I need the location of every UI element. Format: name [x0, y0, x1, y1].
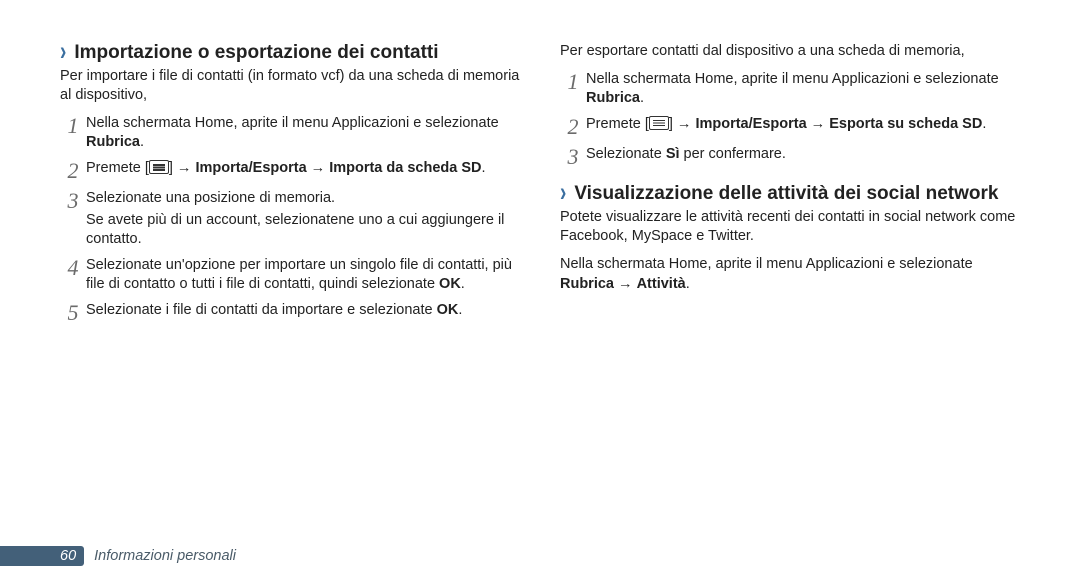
step-2: 2 Premete [ ] → Importa/Esporta → Esporta…	[560, 115, 1020, 139]
social-paragraph-1: Potete visualizzare le attività recenti …	[560, 208, 1020, 247]
step-body: Premete [ ] → Importa/Esporta → Esporta s…	[586, 115, 1020, 135]
step-number: 5	[60, 301, 86, 325]
text: Premete [	[86, 160, 149, 176]
bold-text: Importa/Esporta	[695, 116, 806, 132]
bold-text: Rubrica	[86, 134, 140, 150]
bold-text: OK	[437, 302, 459, 318]
step-3: 3 Selezionate Sì per confermare.	[560, 145, 1020, 169]
heading-import-export: › Importazione o esportazione dei contat…	[60, 42, 520, 65]
heading-social: › Visualizzazione delle attività dei soc…	[560, 183, 1020, 206]
footer-section-label: Informazioni personali	[94, 548, 236, 564]
text: Nella schermata Home, aprite il menu App…	[86, 115, 499, 131]
step-number: 2	[60, 159, 86, 183]
step-number: 3	[560, 145, 586, 169]
bold-text: Importa/Esporta	[195, 160, 306, 176]
text: Se avete più di un account, selezionaten…	[86, 211, 520, 250]
page-footer: 60 Informazioni personali	[60, 546, 236, 566]
step-body: Selezionate i file di contatti da import…	[86, 301, 520, 321]
step-3: 3 Selezionate una posizione di memoria. …	[60, 189, 520, 250]
step-4: 4 Selezionate un'opzione per importare u…	[60, 256, 520, 295]
import-intro: Per importare i file di contatti (in for…	[60, 67, 520, 106]
page-number-badge: 60	[0, 546, 84, 566]
text: Nella schermata Home, aprite il menu App…	[560, 256, 973, 272]
text: per confermare.	[680, 146, 786, 162]
two-column-layout: › Importazione o esportazione dei contat…	[60, 42, 1020, 331]
text: Selezionate i file di contatti da import…	[86, 302, 437, 318]
social-paragraph-2: Nella schermata Home, aprite il menu App…	[560, 255, 1020, 294]
step-number: 4	[60, 256, 86, 280]
text: ] →	[669, 116, 696, 132]
text: .	[461, 276, 465, 292]
left-column: › Importazione o esportazione dei contat…	[60, 42, 520, 331]
bold-text: Sì	[666, 146, 680, 162]
step-5: 5 Selezionate i file di contatti da impo…	[60, 301, 520, 325]
text: Nella schermata Home, aprite il menu App…	[586, 71, 999, 87]
step-body: Nella schermata Home, aprite il menu App…	[586, 70, 1020, 109]
bold-text: Esporta su scheda SD	[829, 116, 982, 132]
step-2: 2 Premete [ ] → Importa/Esporta → Importa…	[60, 159, 520, 183]
export-steps: 1 Nella schermata Home, aprite il menu A…	[560, 70, 1020, 170]
bold-text: Attività	[637, 276, 686, 292]
step-body: Premete [ ] → Importa/Esporta → Importa d…	[86, 159, 520, 179]
text: .	[140, 134, 144, 150]
text: →	[807, 116, 830, 132]
text: .	[686, 276, 690, 292]
step-number: 1	[60, 114, 86, 138]
step-body: Nella schermata Home, aprite il menu App…	[86, 114, 520, 153]
step-body: Selezionate Sì per confermare.	[586, 145, 1020, 165]
export-intro: Per esportare contatti dal dispositivo a…	[560, 42, 1020, 62]
text: →	[307, 160, 330, 176]
step-number: 2	[560, 115, 586, 139]
text: Selezionate una posizione di memoria.	[86, 190, 335, 206]
text: →	[614, 276, 637, 292]
chevron-right-icon: ›	[560, 179, 566, 211]
heading-text: Importazione o esportazione dei contatti	[74, 42, 438, 65]
text: .	[482, 160, 486, 176]
step-1: 1 Nella schermata Home, aprite il menu A…	[60, 114, 520, 153]
menu-icon	[149, 160, 169, 174]
bold-text: Rubrica	[586, 90, 640, 106]
import-steps: 1 Nella schermata Home, aprite il menu A…	[60, 114, 520, 325]
step-body: Selezionate un'opzione per importare un …	[86, 256, 520, 295]
step-number: 3	[60, 189, 86, 213]
heading-text: Visualizzazione delle attività dei socia…	[574, 183, 998, 206]
text: Selezionate	[586, 146, 666, 162]
text: .	[640, 90, 644, 106]
text: Premete [	[586, 116, 649, 132]
right-column: Per esportare contatti dal dispositivo a…	[560, 42, 1020, 331]
text: ] →	[169, 160, 196, 176]
text: .	[458, 302, 462, 318]
menu-icon	[649, 116, 669, 130]
bold-text: Rubrica	[560, 276, 614, 292]
chevron-right-icon: ›	[60, 37, 66, 69]
step-body: Selezionate una posizione di memoria. Se…	[86, 189, 520, 250]
text: .	[982, 116, 986, 132]
bold-text: OK	[439, 276, 461, 292]
bold-text: Importa da scheda SD	[329, 160, 481, 176]
step-1: 1 Nella schermata Home, aprite il menu A…	[560, 70, 1020, 109]
step-number: 1	[560, 70, 586, 94]
